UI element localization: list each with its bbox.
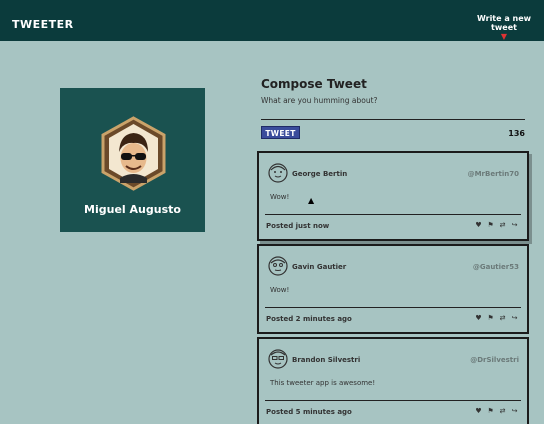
mouse-cursor-icon: ▲	[308, 196, 315, 205]
tweet-text: Wow!	[270, 193, 290, 201]
tweet-author-name: George Bertin	[292, 170, 348, 178]
tweet-divider	[265, 400, 521, 401]
compose-divider	[261, 119, 525, 120]
tweet-author-name: Brandon Silvestri	[292, 356, 361, 364]
app-logo[interactable]: TWEETER	[12, 18, 74, 31]
tweet-actions: ♥ ⚑ ⇄ ↪	[475, 314, 518, 322]
avatar	[100, 116, 167, 191]
tweet-card: Brandon Silvestri @DrSilvestri This twee…	[257, 337, 529, 424]
user-avatar-icon	[268, 163, 288, 183]
chevron-down-icon: ▼	[500, 32, 508, 41]
tweet-timestamp: Posted just now	[266, 222, 330, 230]
tweet-actions: ♥ ⚑ ⇄ ↪	[475, 407, 518, 415]
tweet-text: This tweeter app is awesome!	[270, 379, 376, 387]
share-icon[interactable]: ↪	[511, 407, 518, 415]
flag-icon[interactable]: ⚑	[487, 221, 494, 229]
retweet-icon[interactable]: ⇄	[499, 407, 506, 415]
user-avatar-icon	[268, 256, 288, 276]
tweet-divider	[265, 307, 521, 308]
tweet-button[interactable]: TWEET	[261, 126, 300, 139]
tweet-author-handle: @Gautier53	[472, 263, 519, 271]
tweet-card: George Bertin @MrBertin70 Wow! Posted ju…	[257, 151, 529, 241]
heart-icon[interactable]: ♥	[475, 314, 482, 322]
heart-icon[interactable]: ♥	[475, 407, 482, 415]
flag-icon[interactable]: ⚑	[487, 314, 494, 322]
tweet-author-handle: @DrSilvestri	[470, 356, 519, 364]
write-new-tweet-label: Write a new tweet	[476, 14, 532, 32]
char-counter: 136	[508, 129, 525, 138]
user-avatar-icon	[268, 349, 288, 369]
profile-card: Miguel Augusto	[60, 88, 205, 232]
profile-name: Miguel Augusto	[84, 203, 181, 216]
share-icon[interactable]: ↪	[511, 221, 518, 229]
tweet-actions: ♥ ⚑ ⇄ ↪	[475, 221, 518, 229]
write-new-tweet-link[interactable]: Write a new tweet ▼	[468, 14, 540, 41]
tweet-author-handle: @MrBertin70	[467, 170, 519, 178]
retweet-icon[interactable]: ⇄	[499, 314, 506, 322]
tweet-divider	[265, 214, 521, 215]
top-nav: TWEETER Write a new tweet ▼	[0, 0, 544, 41]
tweet-card: Gavin Gautier @Gautier53 Wow! Posted 2 m…	[257, 244, 529, 334]
compose-textarea[interactable]: What are you humming about?	[261, 96, 378, 105]
share-icon[interactable]: ↪	[511, 314, 518, 322]
retweet-icon[interactable]: ⇄	[499, 221, 506, 229]
flag-icon[interactable]: ⚑	[487, 407, 494, 415]
compose-title: Compose Tweet	[261, 77, 367, 91]
tweet-timestamp: Posted 2 minutes ago	[266, 315, 352, 323]
tweet-author-name: Gavin Gautier	[292, 263, 347, 271]
tweet-timestamp: Posted 5 minutes ago	[266, 408, 352, 416]
heart-icon[interactable]: ♥	[475, 221, 482, 229]
tweet-text: Wow!	[270, 286, 290, 294]
